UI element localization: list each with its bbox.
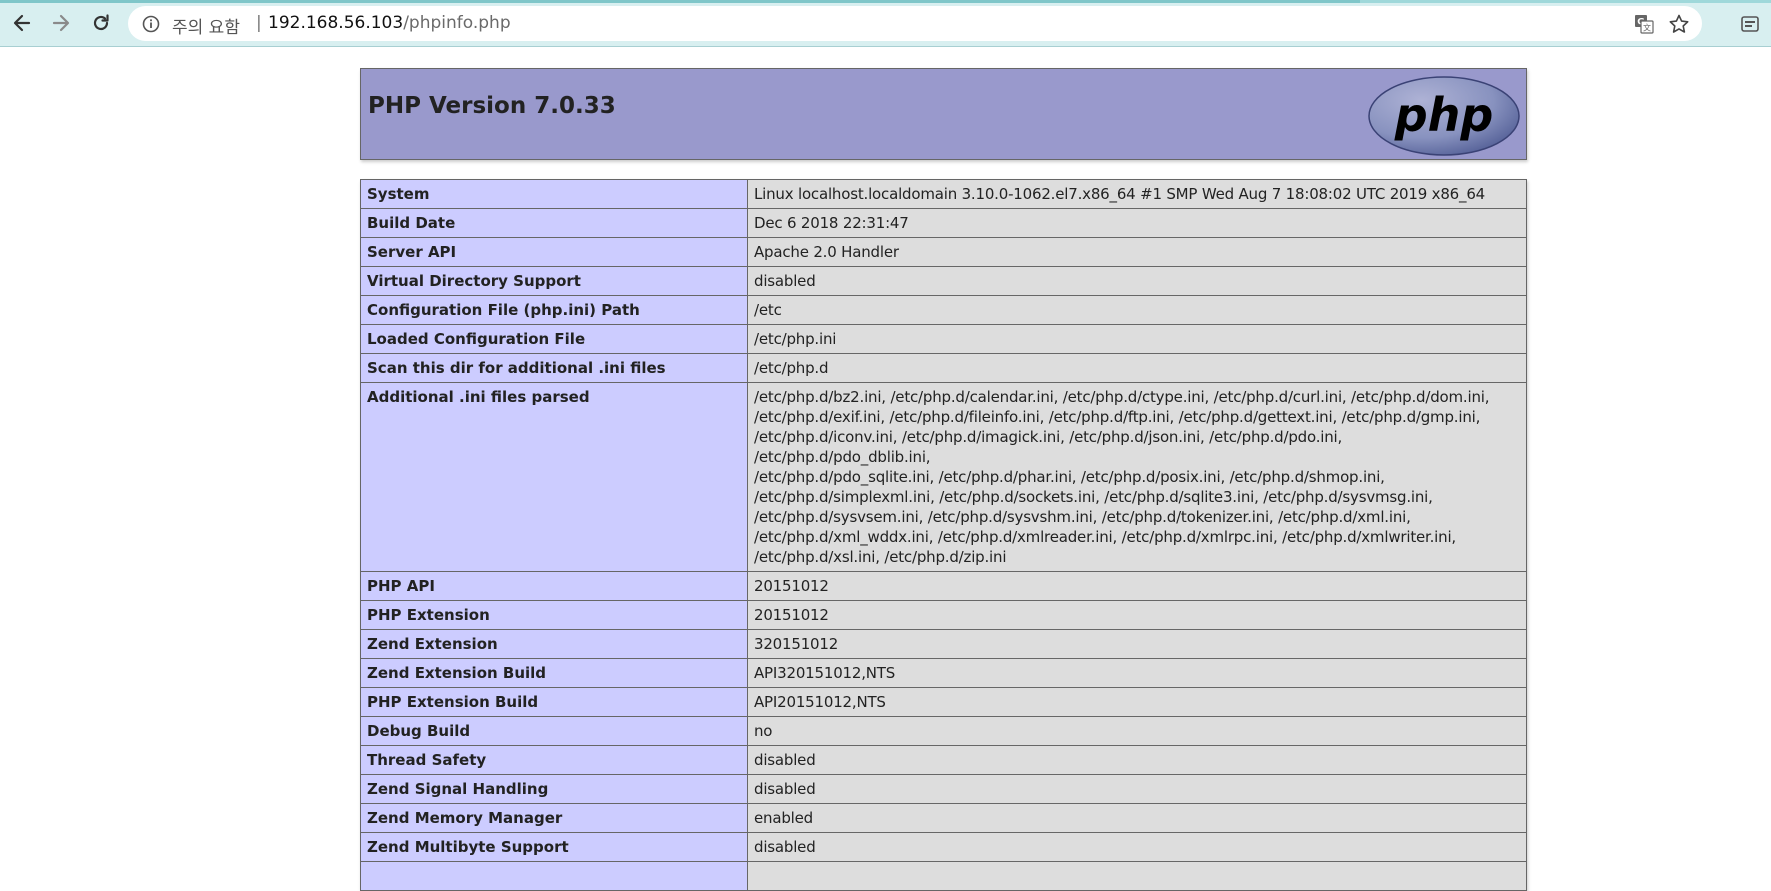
row-value-line: /etc/php.d/bz2.ini, /etc/php.d/calendar.… [754, 388, 1490, 406]
reload-button[interactable] [87, 9, 115, 37]
row-key: Zend Multibyte Support [360, 832, 748, 862]
row-value: 20151012 [747, 571, 1527, 601]
address-bar[interactable]: 주의 요함 | 192.168.56.103/phpinfo.php G 文 [128, 6, 1702, 41]
table-row: Server API Apache 2.0 Handler [360, 237, 1527, 267]
url-host: 192.168.56.103 [268, 13, 404, 33]
bookmark-star-icon[interactable] [1668, 13, 1690, 35]
table-row: Zend Extension Build API320151012,NTS [360, 658, 1527, 688]
table-row: Configuration File (php.ini) Path/etc [360, 295, 1527, 325]
row-value: disabled [747, 266, 1527, 296]
row-value: enabled [747, 803, 1527, 833]
table-row: Zend Multibyte Support disabled [360, 832, 1527, 862]
php-logo-icon[interactable]: php [1368, 75, 1520, 157]
table-row: Virtual Directory Support disabled [360, 266, 1527, 296]
row-value: /etc/php.ini [747, 324, 1527, 354]
row-value: Dec 6 2018 22:31:47 [747, 208, 1527, 238]
table-row [360, 861, 1527, 891]
row-key: PHP Extension Build [360, 687, 748, 717]
address-separator: | [256, 13, 262, 33]
row-key: System [360, 179, 748, 209]
row-value-line: /etc/php.d/simplexml.ini, /etc/php.d/soc… [754, 488, 1433, 506]
row-key: Debug Build [360, 716, 748, 746]
translate-icon[interactable]: G 文 [1634, 14, 1654, 34]
phpinfo-container: PHP Version 7.0.33 php System Linux local… [360, 68, 1527, 891]
table-row: PHP Extension 20151012 [360, 600, 1527, 630]
row-key: Virtual Directory Support [360, 266, 748, 296]
table-row: Zend Extension 320151012 [360, 629, 1527, 659]
row-value [747, 861, 1527, 891]
row-value: API320151012,NTS [747, 658, 1527, 688]
table-row: Build Date Dec 6 2018 22:31:47 [360, 208, 1527, 238]
row-key: Zend Memory Manager [360, 803, 748, 833]
row-value: API20151012,NTS [747, 687, 1527, 717]
page-title: PHP Version 7.0.33 [368, 93, 616, 119]
row-value-line: /etc/php.d/pdo_sqlite.ini, /etc/php.d/ph… [754, 468, 1385, 486]
row-key: Thread Safety [360, 745, 748, 775]
row-key [360, 861, 748, 891]
row-value: Linux localhost.localdomain 3.10.0-1062.… [747, 179, 1527, 209]
table-row: PHP API 20151012 [360, 571, 1527, 601]
loading-progress-bar [0, 0, 1360, 3]
url-path: /phpinfo.php [403, 13, 511, 33]
row-value: /etc [747, 295, 1527, 325]
row-value: 320151012 [747, 629, 1527, 659]
table-row: Scan this dir for additional .ini files /… [360, 353, 1527, 383]
info-table: System Linux localhost.localdomain 3.10.0… [360, 179, 1527, 891]
php-logo-text: php [1394, 88, 1494, 142]
table-row: PHP Extension Build API20151012,NTS [360, 687, 1527, 717]
info-icon[interactable] [142, 15, 160, 33]
svg-text:文: 文 [1643, 23, 1651, 33]
table-row: Debug Build no [360, 716, 1527, 746]
row-key: Zend Extension Build [360, 658, 748, 688]
row-key: PHP Extension [360, 600, 748, 630]
table-row: Thread Safety disabled [360, 745, 1527, 775]
browser-toolbar: 주의 요함 | 192.168.56.103/phpinfo.php G 文 [0, 0, 1771, 47]
row-value-line: /etc/php.d/xml_wddx.ini, /etc/php.d/xmlr… [754, 528, 1456, 546]
row-key: Additional .ini files parsed [360, 382, 748, 572]
row-value-line: /etc/php.d/sysvsem.ini, /etc/php.d/sysvs… [754, 508, 1411, 526]
row-value: Apache 2.0 Handler [747, 237, 1527, 267]
row-value: disabled [747, 745, 1527, 775]
table-row: Additional .ini files parsed/etc/php.d/b… [360, 382, 1527, 572]
forward-button[interactable] [47, 9, 75, 37]
row-key: Build Date [360, 208, 748, 238]
row-value: disabled [747, 774, 1527, 804]
row-key: Zend Extension [360, 629, 748, 659]
row-value-line: /etc/php.d/exif.ini, /etc/php.d/fileinfo… [754, 408, 1481, 426]
row-value: /etc/php.d/bz2.ini, /etc/php.d/calendar.… [747, 382, 1527, 572]
extension-icon[interactable] [1740, 14, 1760, 34]
row-value: 20151012 [747, 600, 1527, 630]
security-warning[interactable]: 주의 요함 [172, 13, 240, 38]
row-key: Scan this dir for additional .ini files [360, 353, 748, 383]
table-row: Loaded Configuration File/etc/php.ini [360, 324, 1527, 354]
row-key: PHP API [360, 571, 748, 601]
row-value: disabled [747, 832, 1527, 862]
row-key: Zend Signal Handling [360, 774, 748, 804]
row-value-line: /etc/php.d/iconv.ini, /etc/php.d/imagick… [754, 428, 1343, 466]
row-value: /etc/php.d [747, 353, 1527, 383]
row-key: Configuration File (php.ini) Path [360, 295, 748, 325]
row-value: no [747, 716, 1527, 746]
row-key: Loaded Configuration File [360, 324, 748, 354]
reload-icon [93, 14, 109, 31]
row-value-line: /etc/php.d/xsl.ini, /etc/php.d/zip.ini [754, 548, 1007, 566]
row-key: Server API [360, 237, 748, 267]
back-arrow-icon [13, 14, 31, 32]
back-button[interactable] [8, 9, 36, 37]
forward-arrow-icon [52, 14, 70, 32]
table-row: Zend Signal Handling disabled [360, 774, 1527, 804]
table-row: System Linux localhost.localdomain 3.10.0… [360, 179, 1527, 209]
table-row: Zend Memory Manager enabled [360, 803, 1527, 833]
phpinfo-header: PHP Version 7.0.33 php [360, 68, 1527, 160]
url-text[interactable]: 192.168.56.103/phpinfo.php [268, 13, 511, 33]
